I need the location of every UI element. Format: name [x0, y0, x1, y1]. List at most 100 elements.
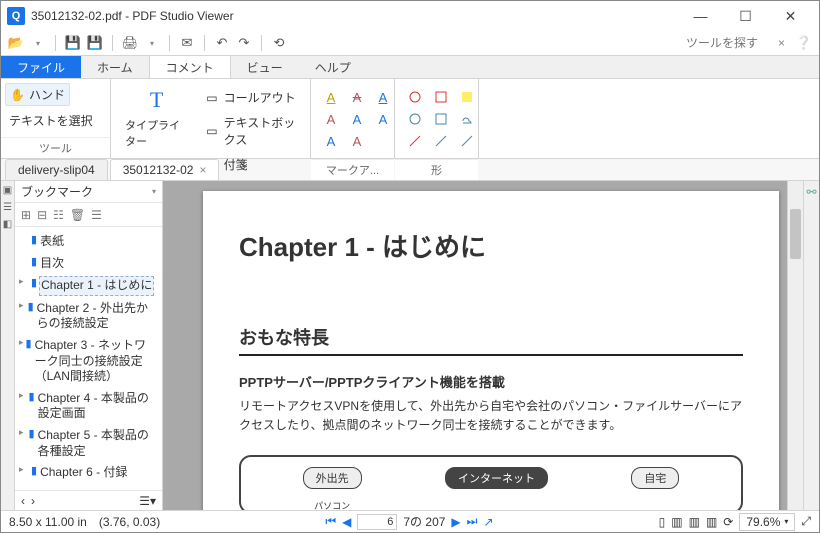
maximize-button[interactable]: ☐	[723, 2, 768, 30]
select-text-tool[interactable]: テキストを選択	[5, 110, 97, 131]
bookmarks-pane-icon[interactable]: ☰	[3, 202, 12, 213]
bookmark-item[interactable]: ▸▮Chapter 6 - 付録	[17, 462, 160, 484]
bookmark-item[interactable]: ▸▮Chapter 3 - ネットワーク同士の接続設定（LAN間接続）	[17, 335, 160, 388]
revert-icon[interactable]: ⟲	[270, 34, 288, 52]
view-cont-facing-icon[interactable]: ▥	[706, 515, 717, 529]
tab-close-icon[interactable]: ×	[199, 163, 206, 177]
bm-add-icon[interactable]: ☷	[53, 208, 64, 222]
strikeout-icon[interactable]: A	[345, 87, 369, 107]
tab-help[interactable]: ヘルプ	[299, 56, 367, 78]
hand-label: ハンド	[29, 86, 65, 103]
typewriter-tool[interactable]: T タイプライター	[115, 83, 198, 153]
vertical-scrollbar[interactable]	[787, 181, 803, 510]
rotate-icon[interactable]: ⟳	[723, 515, 733, 529]
bm-collapse-icon[interactable]: ⊟	[37, 208, 47, 222]
bm-options-icon[interactable]: ☰	[91, 208, 102, 222]
bookmark-item[interactable]: ▸▮Chapter 4 - 本製品の設定画面	[17, 388, 160, 425]
bm-opts-icon[interactable]: ☰▾	[139, 494, 156, 508]
tool-search-input[interactable]	[634, 36, 774, 50]
callout-tool[interactable]: ▭コールアウト	[202, 87, 302, 108]
hl-square-icon[interactable]	[455, 87, 479, 107]
minimize-button[interactable]: —	[678, 2, 723, 30]
open-dropdown[interactable]: ▾	[29, 34, 47, 52]
squiggly-icon[interactable]: A	[319, 109, 343, 129]
first-page-icon[interactable]: ⏮	[325, 514, 336, 529]
bm-prev-icon[interactable]: ‹	[21, 494, 25, 508]
bookmark-tree[interactable]: ▮表紙 ▮目次 ▸▮Chapter 1 - はじめに ▸▮Chapter 2 -…	[15, 227, 162, 490]
redo-icon[interactable]: ↷	[235, 34, 253, 52]
group-markup-label: マークア...	[311, 159, 394, 180]
underline-icon[interactable]: A	[371, 87, 395, 107]
page-number-input[interactable]	[357, 514, 397, 530]
bookmark-item[interactable]: ▸▮Chapter 2 - 外出先からの接続設定	[17, 298, 160, 335]
highlight-icon[interactable]: A	[319, 87, 343, 107]
doc-tab-2[interactable]: 35012132-02×	[110, 159, 220, 180]
callout-icon: ▭	[206, 91, 217, 105]
typewriter-label: タイプライター	[125, 117, 188, 149]
jump-icon[interactable]: ↗	[483, 515, 493, 529]
pencil-icon[interactable]	[455, 131, 479, 151]
typewriter-icon: T	[150, 87, 163, 113]
last-page-icon[interactable]: ⏭	[467, 514, 478, 529]
left-tool-rail: ▣ ☰ ◧	[1, 181, 15, 510]
arrow-icon[interactable]	[429, 131, 453, 151]
markup-extra-icon[interactable]: A	[345, 131, 369, 151]
view-single-icon[interactable]: ▯	[659, 515, 666, 529]
hand-tool[interactable]: ✋ ハンド	[5, 83, 70, 106]
replace-icon[interactable]: A	[371, 109, 395, 129]
statusbar: 8.50 x 11.00 in (3.76, 0.03) ⏮ ◀ 7の 207 …	[1, 510, 819, 532]
mail-icon[interactable]: ✉	[178, 34, 196, 52]
save-as-icon[interactable]: 💾	[86, 34, 104, 52]
print-dropdown[interactable]: ▾	[143, 34, 161, 52]
doc-tab-1[interactable]: delivery-slip04	[5, 159, 108, 180]
group-shape-label: 形	[395, 159, 478, 180]
bookmark-item[interactable]: ▸▮Chapter 5 - 本製品の各種設定	[17, 425, 160, 462]
polyline-icon[interactable]	[429, 109, 453, 129]
search-clear-icon[interactable]: ×	[778, 36, 785, 50]
bookmark-item[interactable]: ▮目次	[17, 253, 160, 275]
open-icon[interactable]: 📂	[7, 34, 25, 52]
page-dimensions: 8.50 x 11.00 in	[9, 515, 87, 529]
scroll-thumb[interactable]	[790, 209, 801, 259]
diagram-pc-label: パソコン	[303, 499, 362, 510]
tab-comment[interactable]: コメント	[149, 56, 231, 78]
close-button[interactable]: ✕	[768, 2, 813, 30]
bookmark-item[interactable]: ▮表紙	[17, 231, 160, 253]
square-icon[interactable]	[429, 87, 453, 107]
textbox-tool[interactable]: ▭テキストボックス	[202, 112, 302, 150]
tab-file[interactable]: ファイル	[1, 56, 81, 78]
cloud-icon[interactable]	[455, 109, 479, 129]
help-icon[interactable]: ❔	[795, 34, 813, 52]
print-icon[interactable]: 🖨	[121, 34, 139, 52]
zoom-select[interactable]: 79.6%▾	[739, 513, 795, 531]
cursor-position: (3.76, 0.03)	[99, 515, 160, 529]
tab-home[interactable]: ホーム	[81, 56, 149, 78]
diagram-label-home: 自宅	[631, 467, 679, 489]
view-facing-icon[interactable]: ▥	[689, 515, 700, 529]
view-cont-icon[interactable]: ▥	[671, 515, 682, 529]
insert-icon[interactable]: A	[345, 109, 369, 129]
markup-tools: A A A A A A A A	[315, 83, 399, 155]
save-icon[interactable]: 💾	[64, 34, 82, 52]
shape-tools	[399, 83, 483, 155]
next-page-icon[interactable]: ▶	[451, 515, 460, 529]
bm-next-icon[interactable]: ›	[31, 494, 35, 508]
line-icon[interactable]	[403, 131, 427, 151]
bm-expand-icon[interactable]: ⊞	[21, 208, 31, 222]
section-title: おもな特長	[239, 324, 743, 356]
undo-icon[interactable]: ↶	[213, 34, 231, 52]
link-pane-icon[interactable]: ⚯	[806, 185, 816, 199]
attach-pane-icon[interactable]: ◧	[3, 219, 12, 230]
circle-icon[interactable]	[403, 87, 427, 107]
bookmark-panel: ブックマーク ▾ ⊞ ⊟ ☷ 🗑 ☰ ▮表紙 ▮目次 ▸▮Chapter 1 -…	[15, 181, 163, 510]
bookmark-item-selected[interactable]: ▸▮Chapter 1 - はじめに	[17, 274, 160, 298]
prev-page-icon[interactable]: ◀	[342, 515, 351, 529]
pages-pane-icon[interactable]: ▣	[3, 185, 12, 196]
bm-delete-icon[interactable]: 🗑	[70, 208, 85, 222]
area-highlight-icon[interactable]: A	[319, 131, 343, 151]
tab-view[interactable]: ビュー	[231, 56, 299, 78]
bookmark-menu-icon[interactable]: ▾	[152, 187, 156, 196]
page-view[interactable]: Chapter 1 - はじめに おもな特長 PPTPサーバー/PPTPクライア…	[163, 181, 803, 510]
fit-icon[interactable]: ⤢	[801, 514, 811, 529]
polygon-icon[interactable]	[403, 109, 427, 129]
